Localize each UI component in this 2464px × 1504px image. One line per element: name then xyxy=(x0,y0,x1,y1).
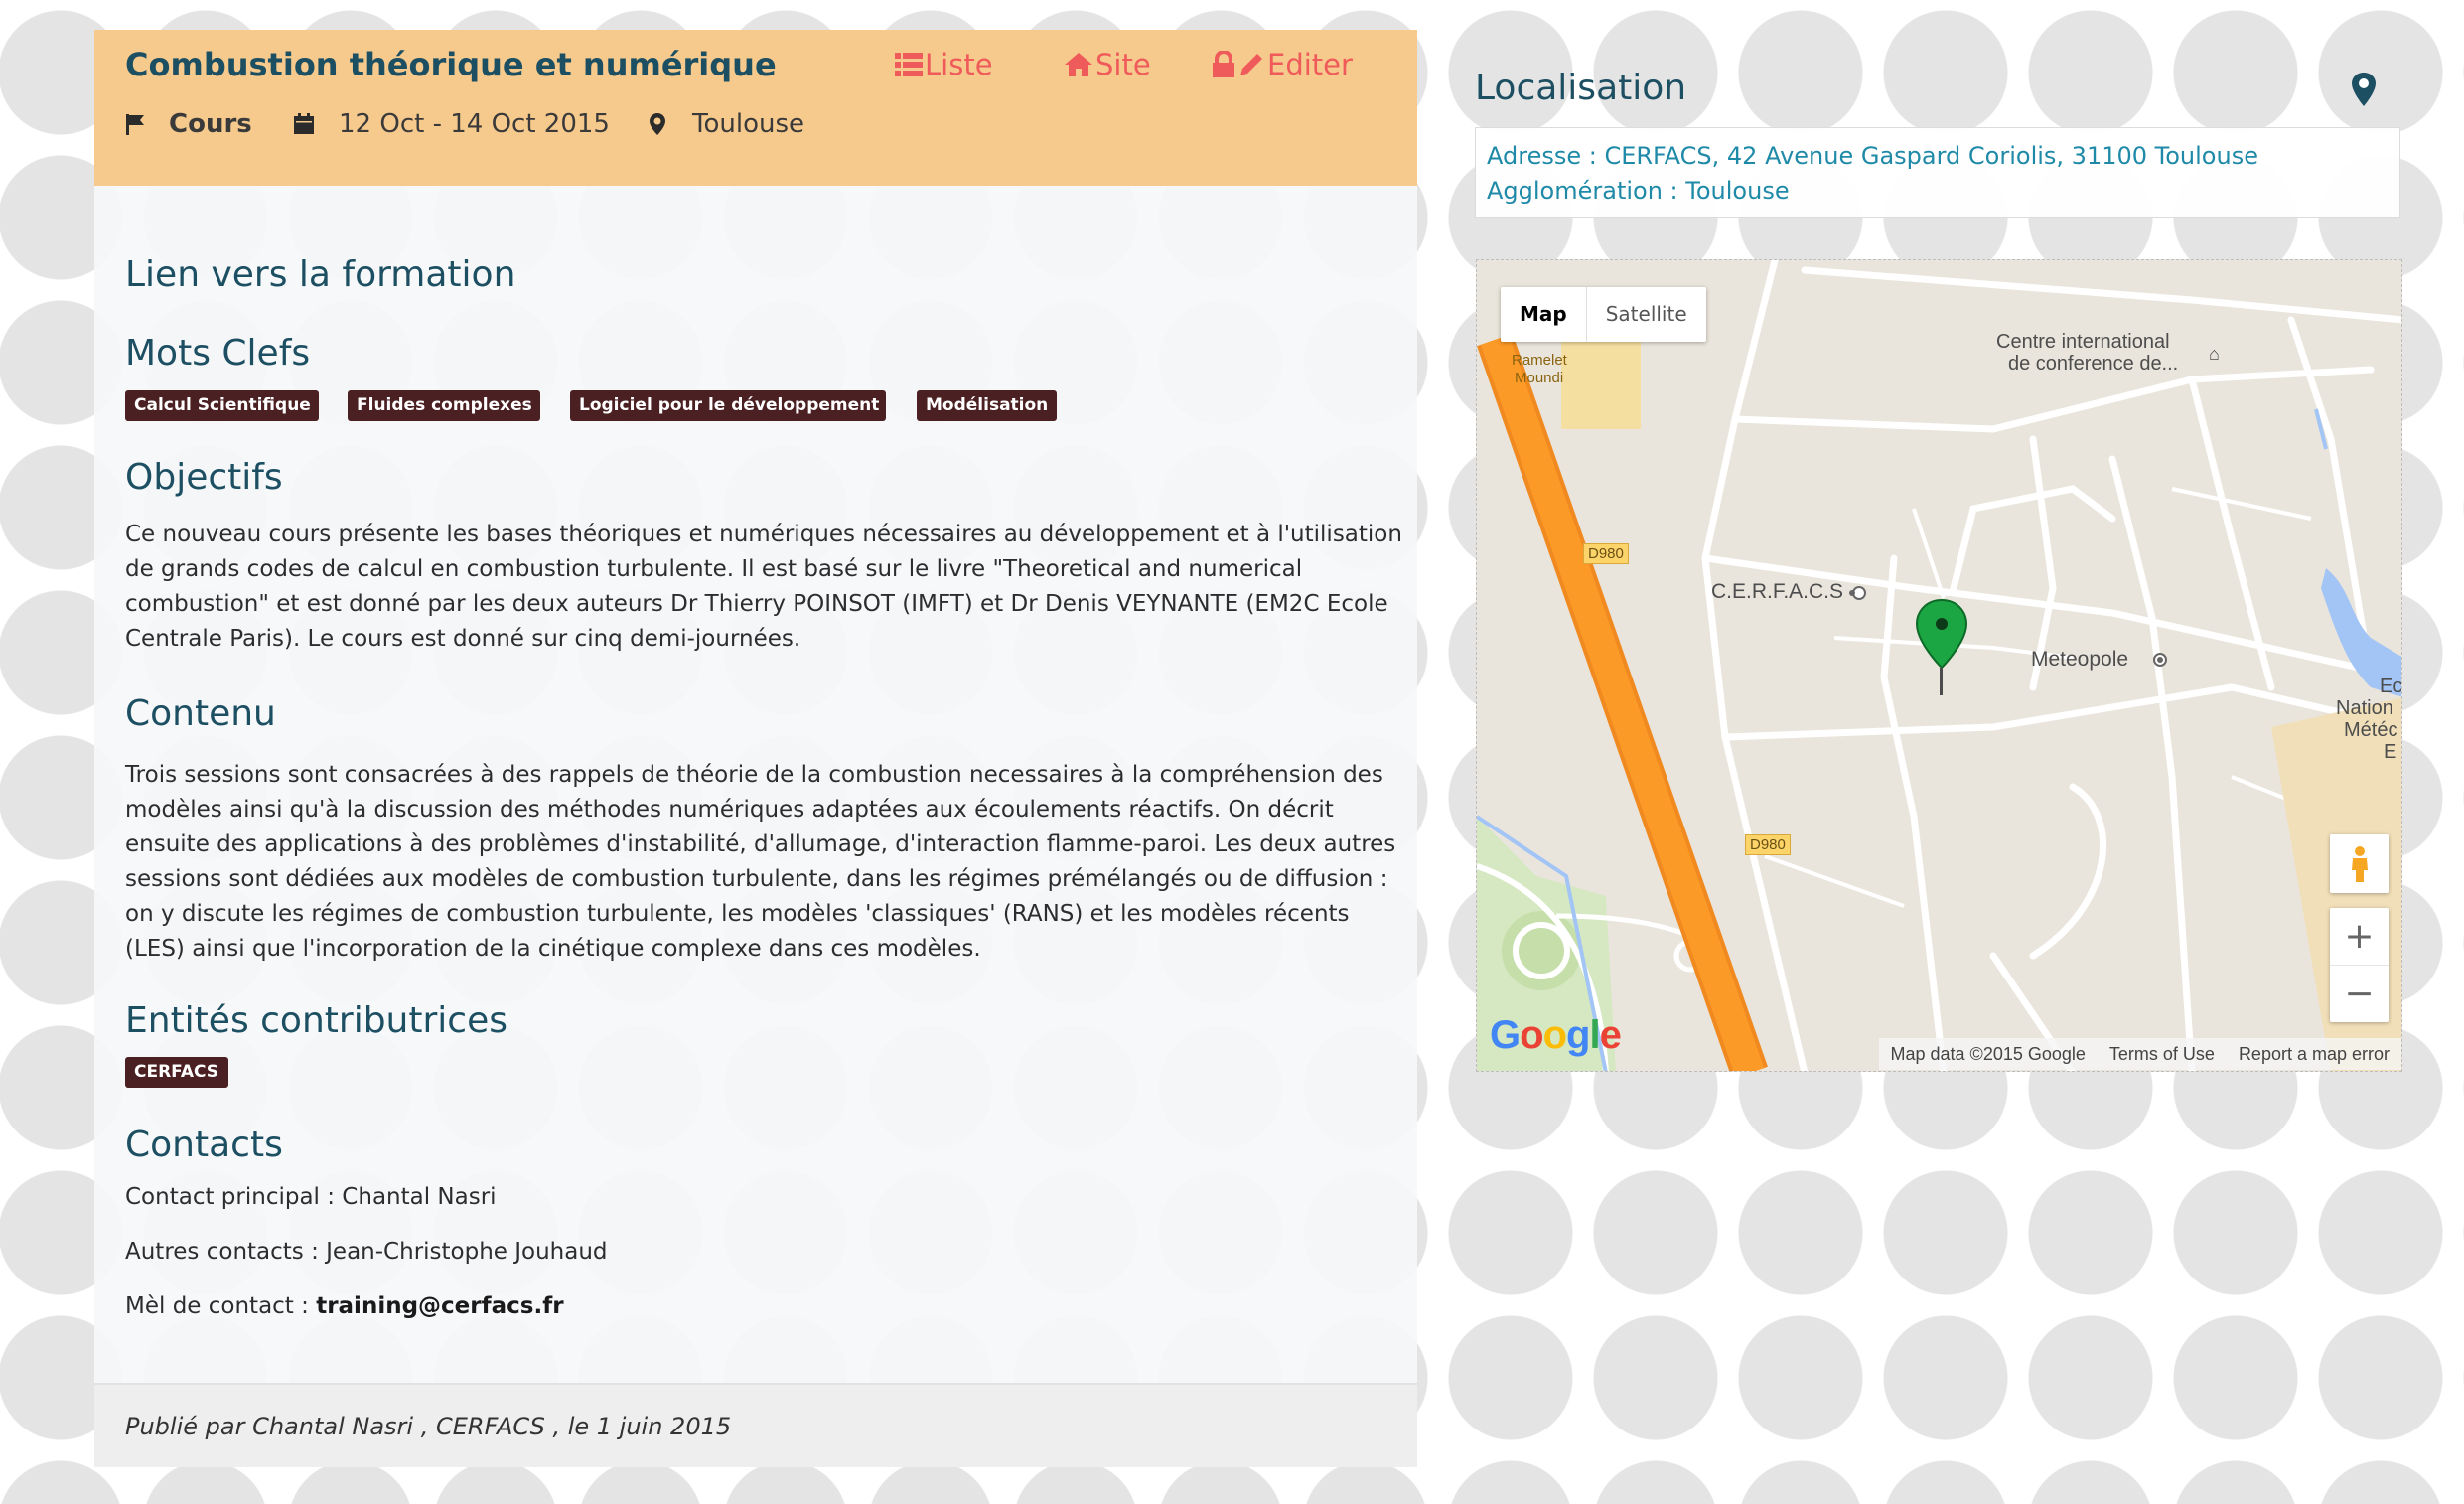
pencil-icon xyxy=(1240,54,1262,75)
content-text: Trois sessions sont consacrées à des rap… xyxy=(125,762,1396,962)
site-button[interactable]: Site xyxy=(1064,48,1151,81)
map-label-cerfacs: C.E.R.F.A.C.S xyxy=(1711,580,1844,603)
address-box: Adresse : CERFACS, 42 Avenue Gaspard Cor… xyxy=(1475,127,2400,218)
keyword-tag[interactable]: Logiciel pour le développement xyxy=(570,390,886,421)
map-label-centre-2: de conference de... xyxy=(2008,353,2179,375)
contact-email-line: Mèl de contact : training@cerfacs.fr xyxy=(125,1293,564,1319)
event-type-label: Cours xyxy=(169,109,252,139)
map-marker-icon xyxy=(650,113,665,135)
event-location-label: Toulouse xyxy=(692,109,805,139)
publication-footer: Publié par Chantal Nasri , CERFACS , le … xyxy=(94,1383,1417,1467)
report-error-link[interactable]: Report a map error xyxy=(2227,1044,2401,1065)
zoom-control: + − xyxy=(2330,908,2389,1022)
edit-label: Editer xyxy=(1267,48,1353,81)
contact-email-label: Mèl de contact : xyxy=(125,1293,317,1319)
zoom-in-button[interactable]: + xyxy=(2330,908,2389,966)
contact-email-link[interactable]: training@cerfacs.fr xyxy=(316,1293,563,1319)
event-location: Toulouse xyxy=(649,109,804,139)
street-view-pegman[interactable] xyxy=(2330,834,2389,893)
event-type: Cours xyxy=(125,109,252,139)
agglomeration-text: Agglomération : Toulouse xyxy=(1487,177,1790,205)
map-type-map-button[interactable]: Map xyxy=(1501,287,1586,342)
entities-heading: Entités contributrices xyxy=(125,1000,507,1041)
event-panel: Combustion théorique et numérique Liste … xyxy=(94,30,1417,1467)
map-type-control: Map Satellite xyxy=(1501,287,1706,342)
map-canvas[interactable] xyxy=(1477,260,2402,1072)
entity-tag[interactable]: CERFACS xyxy=(125,1057,228,1088)
objectives-heading: Objectifs xyxy=(125,457,283,498)
flag-icon xyxy=(126,114,144,135)
site-label: Site xyxy=(1095,48,1151,81)
pegman-icon xyxy=(2351,845,2368,882)
location-pin-icon xyxy=(2352,73,2376,106)
content-heading: Contenu xyxy=(125,693,276,734)
keyword-tag[interactable]: Fluides complexes xyxy=(348,390,540,421)
home-icon xyxy=(1065,53,1092,76)
map-type-satellite-button[interactable]: Satellite xyxy=(1585,287,1706,342)
keywords-heading: Mots Clefs xyxy=(125,333,311,374)
list-label: Liste xyxy=(925,48,993,81)
event-dates-label: 12 Oct - 14 Oct 2015 xyxy=(339,109,610,139)
road-label: D980 xyxy=(1583,543,1629,564)
other-contacts: Autres contacts : Jean-Christophe Jouhau… xyxy=(125,1239,608,1265)
zoom-out-button[interactable]: − xyxy=(2330,966,2389,1022)
google-logo[interactable]: Google xyxy=(1490,1013,1622,1058)
road-label: D980 xyxy=(1745,834,1791,855)
event-title: Combustion théorique et numérique xyxy=(125,46,777,83)
list-button[interactable]: Liste xyxy=(895,48,993,81)
map-label-ramelet: Ramelet xyxy=(1512,352,1567,369)
lock-icon xyxy=(1213,51,1234,77)
keyword-tag[interactable]: Calcul Scientifique xyxy=(125,390,319,421)
map-label-moundi: Moundi xyxy=(1515,370,1564,386)
keyword-tag[interactable]: Modélisation xyxy=(917,390,1057,421)
map-marker[interactable] xyxy=(1915,598,1968,695)
map-label-centre: Centre international xyxy=(1996,331,2170,353)
map-label-meteopole: Meteopole xyxy=(2031,648,2129,671)
map-attribution: Map data ©2015 Google Terms of Use Repor… xyxy=(1878,1038,2401,1070)
list-icon xyxy=(895,53,923,76)
calendar-icon xyxy=(294,113,314,134)
terms-of-use-link[interactable]: Terms of Use xyxy=(2098,1044,2227,1065)
event-header: Combustion théorique et numérique Liste … xyxy=(94,30,1417,186)
address-text: Adresse : CERFACS, 42 Avenue Gaspard Cor… xyxy=(1487,142,2258,170)
contacts-heading: Contacts xyxy=(125,1125,283,1165)
objectives-text: Ce nouveau cours présente les bases théo… xyxy=(125,522,1402,652)
map-label-edge: Ec xyxy=(2380,676,2402,697)
map-data-credit: Map data ©2015 Google xyxy=(1890,1043,2086,1064)
publication-info: Publié par Chantal Nasri , CERFACS , le … xyxy=(125,1413,732,1440)
main-contact: Contact principal : Chantal Nasri xyxy=(125,1184,497,1210)
training-link[interactable]: Lien vers la formation xyxy=(125,254,515,295)
map-view[interactable]: Map Satellite Ramelet Moundi Centre inte… xyxy=(1476,259,2402,1072)
map-icon-monument: ⌂ xyxy=(2209,344,2220,364)
map-label-edge: E xyxy=(2384,741,2397,763)
map-label-edge: Météc xyxy=(2344,719,2398,741)
map-label-edge: Nation xyxy=(2336,697,2393,719)
edit-button[interactable]: Editer xyxy=(1212,48,1353,81)
event-dates: 12 Oct - 14 Oct 2015 xyxy=(293,109,610,139)
localisation-heading: Localisation xyxy=(1475,68,1687,108)
